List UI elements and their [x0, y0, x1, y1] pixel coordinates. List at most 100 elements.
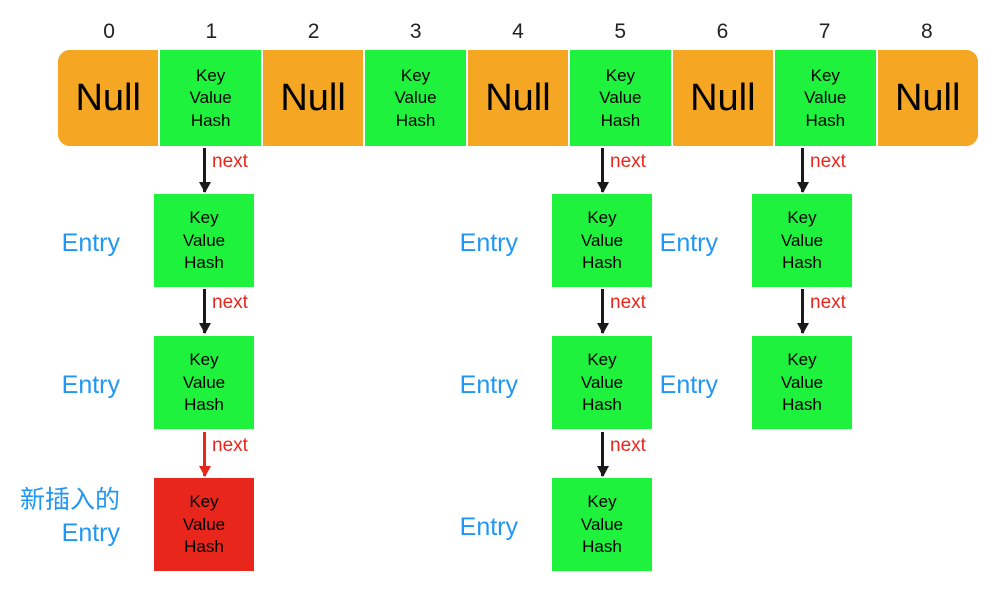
node-key-label: Key [605, 65, 636, 85]
bucket-index-row: 0 1 2 3 4 5 6 7 8 [58, 18, 978, 46]
bucket-index-label: 0 [103, 20, 115, 43]
chain-1-entry-node-0: Key Value Hash [154, 194, 254, 287]
bucket-index-label: 8 [921, 20, 933, 43]
new-entry-label-cn: 新插入的 [19, 486, 120, 514]
bucket-entry-node: Key Value Hash [394, 66, 436, 131]
node-hash-label: Hash [184, 253, 224, 273]
chain-5-entry-label-0: Entry [459, 229, 518, 257]
node-key-label: Key [196, 65, 226, 85]
bucket-entry-node: Key Value Hash [190, 66, 232, 131]
bucket-null-text: Null [485, 77, 551, 119]
chain-5-next-label-0: next [610, 151, 646, 172]
node-value-label: Value [189, 88, 232, 108]
bucket-cell-6: Null [672, 50, 774, 146]
bucket-index-label: 5 [614, 20, 627, 43]
arrow-head-icon [796, 323, 809, 334]
chain-7-arrow-1 [796, 289, 809, 334]
node-value-label: Value [780, 230, 824, 250]
chain-1-arrow-1 [198, 289, 211, 334]
bucket-index-label: 4 [512, 20, 524, 43]
chain-5-entry-node-2: Key Value Hash [552, 478, 652, 571]
node-value-label: Value [599, 88, 642, 108]
arrow-head-icon [596, 323, 609, 334]
chain-5-arrow-0 [596, 148, 609, 193]
new-entry-label-en: Entry [61, 518, 120, 547]
bucket-index-label: 3 [409, 20, 422, 43]
node-key-label: Key [189, 492, 219, 512]
chain-7-next-label-0: next [810, 151, 846, 172]
node-value-label: Value [580, 514, 624, 534]
chain-7-entry-label-1: Entry [659, 371, 718, 399]
bucket-cell-3: Key Value Hash [363, 50, 468, 146]
node-key-label: Key [587, 492, 617, 512]
node-value-label: Value [182, 514, 226, 534]
node-key-label: Key [587, 350, 617, 370]
chain-1-new-entry-label: 新插入的 Entry [0, 484, 120, 549]
bucket-cell-4: Null [467, 50, 569, 146]
chain-5-next-label-2: next [610, 435, 646, 456]
node-hash-label: Hash [600, 110, 641, 130]
chain-5-arrow-1 [596, 289, 609, 334]
bucket-index-label: 6 [716, 20, 729, 43]
chain-1-next-label-2: next [212, 435, 248, 456]
bucket-cell-5: Key Value Hash [568, 50, 673, 146]
bucket-index-label: 7 [818, 20, 831, 43]
node-hash-label: Hash [184, 537, 224, 557]
bucket-null-text: Null [690, 77, 756, 119]
node-key-label: Key [787, 350, 817, 370]
node-key-label: Key [787, 208, 817, 228]
bucket-cell-2: Null [262, 50, 364, 146]
arrow-head-icon [198, 182, 211, 193]
chain-7-entry-node-1: Key Value Hash [752, 336, 852, 429]
bucket-entry-node: Key Value Hash [599, 66, 641, 131]
arrow-head-icon [796, 182, 809, 193]
chain-5-entry-label-1: Entry [459, 371, 518, 399]
bucket-null-text: Null [280, 77, 346, 119]
node-key-label: Key [400, 65, 431, 85]
bucket-array: Null Key Value Hash Null Key Value Hash … [58, 50, 978, 146]
node-value-label: Value [182, 372, 226, 392]
arrow-head-icon [596, 182, 609, 193]
arrow-head-icon [198, 466, 211, 477]
node-hash-label: Hash [582, 537, 622, 557]
chain-1-next-label-1: next [212, 292, 248, 313]
chain-7-next-label-1: next [810, 292, 846, 313]
bucket-null-text: Null [894, 77, 961, 119]
chain-1-entry-label-0: Entry [61, 229, 120, 257]
node-value-label: Value [804, 88, 847, 108]
chain-1-next-label-0: next [212, 151, 248, 172]
node-hash-label: Hash [190, 110, 231, 130]
bucket-entry-node: Key Value Hash [804, 66, 846, 131]
chain-1-entry-node-2-new: Key Value Hash [154, 478, 254, 571]
node-key-label: Key [189, 350, 219, 370]
chain-5-entry-label-2: Entry [459, 513, 518, 541]
chain-5-next-label-1: next [610, 292, 646, 313]
bucket-index-label: 2 [307, 20, 320, 43]
node-hash-label: Hash [782, 253, 822, 273]
bucket-index-label: 1 [205, 20, 218, 43]
bucket-cell-1: Key Value Hash [158, 50, 263, 146]
chain-7-entry-node-0: Key Value Hash [752, 194, 852, 287]
chain-7-entry-label-0: Entry [659, 229, 718, 257]
arrow-head-icon [198, 323, 211, 334]
node-hash-label: Hash [782, 395, 822, 415]
node-hash-label: Hash [184, 395, 224, 415]
chain-1-entry-node-1: Key Value Hash [154, 336, 254, 429]
chain-1-arrow-0 [198, 148, 211, 193]
arrow-head-icon [596, 466, 609, 477]
bucket-cell-0: Null [58, 50, 159, 146]
node-key-label: Key [587, 208, 617, 228]
chain-5-arrow-2 [596, 432, 609, 477]
node-value-label: Value [780, 372, 824, 392]
node-value-label: Value [182, 230, 226, 250]
bucket-cell-8: Null [877, 50, 978, 146]
bucket-cell-7: Key Value Hash [773, 50, 878, 146]
node-key-label: Key [810, 65, 840, 85]
node-hash-label: Hash [395, 110, 436, 130]
chain-7-arrow-0 [796, 148, 809, 193]
node-value-label: Value [394, 88, 437, 108]
bucket-null-text: Null [75, 77, 141, 119]
hashmap-diagram: 0 1 2 3 4 5 6 7 8 Null Key Value Hash Nu… [0, 0, 1000, 590]
chain-1-entry-label-1: Entry [61, 371, 120, 399]
node-key-label: Key [189, 208, 219, 228]
